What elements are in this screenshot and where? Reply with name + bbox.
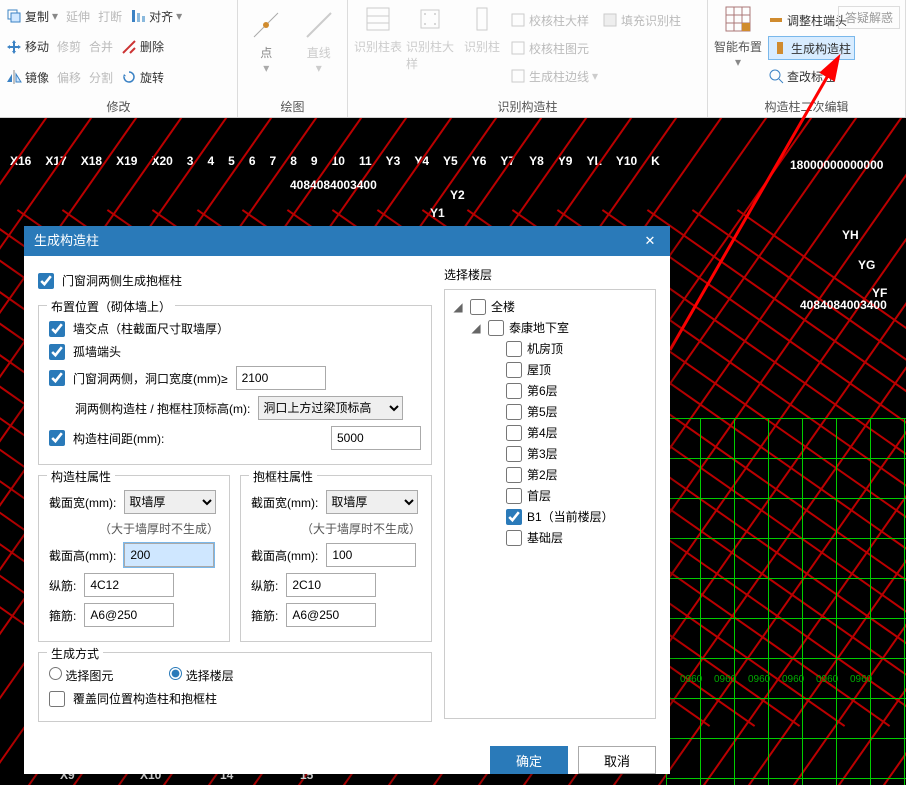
- rec-col-table-button[interactable]: 识别柱表: [354, 4, 402, 96]
- merge-button[interactable]: 合并: [89, 35, 113, 59]
- dialog-titlebar[interactable]: 生成构造柱 ✕: [24, 226, 670, 256]
- check-ce-button[interactable]: 校核柱图元: [510, 36, 598, 60]
- point-button[interactable]: 点▾: [244, 10, 289, 96]
- floor-wding-checkbox[interactable]: [506, 362, 522, 378]
- helper-tab[interactable]: 答疑解惑: [838, 6, 900, 29]
- tree-toggle-icon[interactable]: ◢: [451, 300, 465, 314]
- gzz-bar-input[interactable]: [84, 573, 174, 597]
- align-button[interactable]: 对齐▾: [130, 4, 182, 28]
- floor-f6-checkbox[interactable]: [506, 383, 522, 399]
- floor-jc-checkbox[interactable]: [506, 530, 522, 546]
- gzz-w-select[interactable]: 取墙厚: [124, 490, 216, 514]
- opening-width-input[interactable]: [236, 366, 326, 390]
- dialog-title: 生成构造柱: [34, 226, 99, 256]
- ok-button[interactable]: 确定: [490, 746, 568, 774]
- overwrite-checkbox[interactable]: [49, 691, 65, 707]
- mode-pick-radio: [49, 667, 62, 680]
- position-fieldset: 布置位置（砌体墙上） 墙交点（柱截面尺寸取墙厚） 孤墙端头 门窗洞两侧，洞口宽度…: [38, 305, 432, 465]
- bao-bar-input[interactable]: [286, 573, 376, 597]
- move-button[interactable]: 移动: [6, 35, 49, 59]
- bao-h-input[interactable]: [326, 543, 416, 567]
- trim-button[interactable]: 修剪: [57, 35, 81, 59]
- copy-button[interactable]: 复制▾: [6, 4, 58, 28]
- group-label-recognize: 识别构造柱: [354, 98, 701, 115]
- extend-button[interactable]: 延伸: [66, 4, 90, 28]
- smart-layout-button[interactable]: 智能布置▾: [714, 4, 762, 96]
- rec-col-button[interactable]: 识别柱: [458, 4, 506, 96]
- floor-all-checkbox[interactable]: [470, 299, 486, 315]
- close-icon[interactable]: ✕: [640, 226, 660, 256]
- rec-col-detail-button[interactable]: 识别柱大样: [406, 4, 454, 96]
- gen-mode-fieldset: 生成方式 选择图元 选择楼层 覆盖同位置构造柱和抱框柱: [38, 652, 432, 722]
- gen-bao-label: 门窗洞两侧生成抱框柱: [62, 272, 182, 289]
- offset-button[interactable]: 偏移: [57, 65, 81, 89]
- floor-f4-checkbox[interactable]: [506, 425, 522, 441]
- fill-rc-button[interactable]: 填充识别柱: [602, 8, 681, 32]
- bao-w-select[interactable]: 取墙厚: [326, 490, 418, 514]
- floor-tree[interactable]: ◢全楼 ◢泰康地下室 机房顶 屋顶 第6层 第5层 第4层 第3层 第2层 首层…: [444, 289, 656, 719]
- green-grid: [666, 418, 906, 785]
- mode-floor-radio-label[interactable]: 选择楼层: [169, 667, 233, 684]
- bao-stir-input[interactable]: [286, 603, 376, 627]
- gzz-h-input[interactable]: [124, 543, 214, 567]
- check-detail-button[interactable]: 校核柱大样: [510, 8, 598, 32]
- floor-tk-checkbox[interactable]: [488, 320, 504, 336]
- mode-pick-radio-label[interactable]: 选择图元: [49, 667, 113, 684]
- floor-f2-checkbox[interactable]: [506, 467, 522, 483]
- floor-f1-checkbox[interactable]: [506, 488, 522, 504]
- tree-toggle-icon[interactable]: ◢: [469, 321, 483, 335]
- delete-button[interactable]: 删除: [121, 35, 164, 59]
- wall-cross-checkbox[interactable]: [49, 321, 65, 337]
- group-label-modify: 修改: [6, 98, 231, 115]
- floor-title: 选择楼层: [444, 266, 656, 283]
- cancel-button[interactable]: 取消: [578, 746, 656, 774]
- mode-floor-radio: [169, 667, 182, 680]
- opening-both-checkbox[interactable]: [49, 370, 65, 386]
- floor-f3-checkbox[interactable]: [506, 446, 522, 462]
- mirror-button[interactable]: 镜像: [6, 65, 49, 89]
- gen-line-button[interactable]: 生成柱边线▾: [510, 64, 598, 88]
- gen-bao-checkbox[interactable]: [38, 273, 54, 289]
- floor-jft-checkbox[interactable]: [506, 341, 522, 357]
- break-button[interactable]: 打断: [98, 4, 122, 28]
- spacing-checkbox[interactable]: [49, 430, 65, 446]
- gzz-stir-input[interactable]: [84, 603, 174, 627]
- gen-gzz-dialog: 生成构造柱 ✕ 门窗洞两侧生成抱框柱 布置位置（砌体墙上） 墙交点（柱截面尺寸取…: [24, 226, 670, 774]
- floor-b1-checkbox[interactable]: [506, 509, 522, 525]
- check-note-button[interactable]: 查改标注: [768, 64, 855, 88]
- gzz-prop-fieldset: 构造柱属性 截面宽(mm):取墙厚 （大于墙厚时不生成） 截面高(mm): 纵筋…: [38, 475, 230, 642]
- floor-f5-checkbox[interactable]: [506, 404, 522, 420]
- spacing-input[interactable]: [331, 426, 421, 450]
- rotate-button[interactable]: 旋转: [121, 65, 164, 89]
- line-button[interactable]: 直线▾: [297, 10, 342, 96]
- ribbon-group-recognize: 识别柱表 识别柱大样 识别柱 校核柱大样 校核柱图元 生成柱边线▾ 填充识别柱 …: [348, 0, 708, 117]
- isolated-end-checkbox[interactable]: [49, 344, 65, 360]
- group-label-gzz: 构造柱二次编辑: [714, 98, 899, 115]
- gen-gzz-button[interactable]: 生成构造柱: [768, 36, 855, 60]
- split-button[interactable]: 分割: [89, 65, 113, 89]
- ribbon: 复制▾ 延伸 打断 对齐▾ 移动 修剪 合并 删除 镜像 偏移 分割 旋转 修改…: [0, 0, 906, 118]
- ribbon-group-draw: 点▾ 直线▾ 绘图: [238, 0, 348, 117]
- ribbon-group-modify: 复制▾ 延伸 打断 对齐▾ 移动 修剪 合并 删除 镜像 偏移 分割 旋转 修改: [0, 0, 238, 117]
- beam-top-select[interactable]: 洞口上方过梁顶标高: [258, 396, 403, 420]
- bao-prop-fieldset: 抱框柱属性 截面宽(mm):取墙厚 （大于墙厚时不生成） 截面高(mm): 纵筋…: [240, 475, 432, 642]
- group-label-draw: 绘图: [244, 98, 341, 115]
